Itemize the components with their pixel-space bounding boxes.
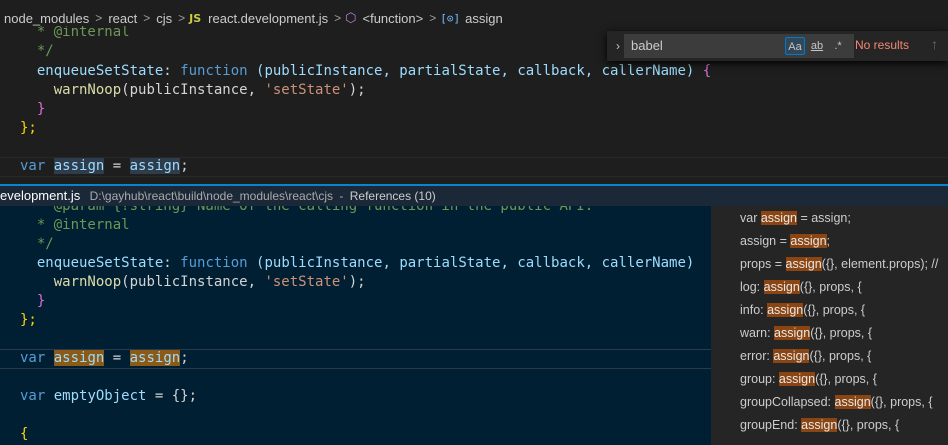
breadcrumb-file[interactable]: react.development.js bbox=[206, 11, 330, 26]
variable-icon: [⊙] bbox=[440, 11, 461, 25]
code-line: enqueueSetState: function (publicInstanc… bbox=[36, 63, 712, 79]
breadcrumb-cjs[interactable]: cjs bbox=[154, 11, 174, 26]
chevron-right-icon: > bbox=[334, 11, 342, 25]
reference-item[interactable]: groupEnd: assign({}, props, { bbox=[711, 414, 948, 437]
chevron-right-icon: > bbox=[143, 11, 151, 25]
code-line: }; bbox=[20, 120, 37, 136]
references-list: var assign = assign; assign = assign; pr… bbox=[711, 206, 948, 445]
function-cube-icon: ⬡ bbox=[345, 10, 357, 25]
peek-code-editor[interactable]: * @param {?string} Name of the calling f… bbox=[0, 206, 711, 445]
code-line: * @param {?string} Name of the calling f… bbox=[20, 206, 594, 214]
code-line: */ bbox=[20, 43, 54, 59]
peek-file-name[interactable]: evelopment.js bbox=[0, 188, 80, 203]
match-case-button[interactable]: Aa bbox=[785, 37, 805, 55]
chevron-right-icon: > bbox=[178, 11, 186, 25]
chevron-right-icon: > bbox=[95, 11, 103, 25]
peek-references-view: evelopment.js D:\gayhub\react\build\node… bbox=[0, 184, 948, 445]
code-line: var assign = assign; bbox=[20, 158, 189, 174]
breadcrumb-node-modules[interactable]: node_modules bbox=[2, 11, 91, 26]
code-line: * @internal bbox=[20, 26, 130, 40]
code-line: var emptyObject = {}; bbox=[20, 388, 198, 404]
code-line: warnNoop(publicInstance, 'setState'); bbox=[53, 82, 366, 98]
whole-word-button[interactable]: ab bbox=[807, 37, 827, 55]
peek-separator: - bbox=[339, 189, 344, 203]
code-line: } bbox=[36, 101, 46, 117]
peek-header: evelopment.js D:\gayhub\react\build\node… bbox=[0, 184, 948, 206]
code-line: } bbox=[36, 293, 46, 309]
reference-item[interactable]: groupCollapsed: assign({}, props, { bbox=[711, 391, 948, 414]
reference-item[interactable]: warn: assign({}, props, { bbox=[711, 322, 948, 345]
code-line: enqueueSetState: function (publicInstanc… bbox=[36, 255, 695, 271]
peek-file-path: D:\gayhub\react\build\node_modules\react… bbox=[89, 189, 334, 203]
reference-item[interactable]: log: assign({}, props, { bbox=[711, 276, 948, 299]
reference-item[interactable]: group: assign({}, props, { bbox=[711, 368, 948, 391]
reference-item[interactable]: assign = assign; bbox=[711, 230, 948, 253]
code-line: warnNoop(publicInstance, 'setState'); bbox=[53, 274, 366, 290]
chevron-right-icon: > bbox=[429, 11, 437, 25]
find-widget: › babel Aa ab .* No results ↑ bbox=[607, 31, 948, 61]
find-status: No results bbox=[855, 38, 910, 52]
code-line: var assign = assign; bbox=[20, 350, 189, 366]
references-count: References (10) bbox=[349, 189, 436, 203]
breadcrumb-symbol[interactable]: assign bbox=[463, 11, 505, 26]
code-line: * @internal bbox=[20, 217, 130, 233]
code-line: */ bbox=[20, 236, 54, 252]
breadcrumb-function[interactable]: <function> bbox=[360, 11, 425, 26]
breadcrumb-react[interactable]: react bbox=[106, 11, 139, 26]
arrow-up-icon[interactable]: ↑ bbox=[931, 36, 938, 52]
code-line: }; bbox=[20, 312, 37, 328]
reference-item[interactable]: error: assign({}, props, { bbox=[711, 345, 948, 368]
regex-button[interactable]: .* bbox=[829, 37, 847, 55]
reference-item[interactable]: props = assign({}, element.props); // bbox=[711, 253, 948, 276]
toggle-replace-icon[interactable]: › bbox=[607, 39, 625, 53]
code-line: { bbox=[20, 426, 29, 442]
reference-item[interactable]: var assign = assign; bbox=[711, 207, 948, 230]
js-file-icon: JS bbox=[189, 11, 202, 25]
reference-item[interactable]: info: assign({}, props, { bbox=[711, 299, 948, 322]
